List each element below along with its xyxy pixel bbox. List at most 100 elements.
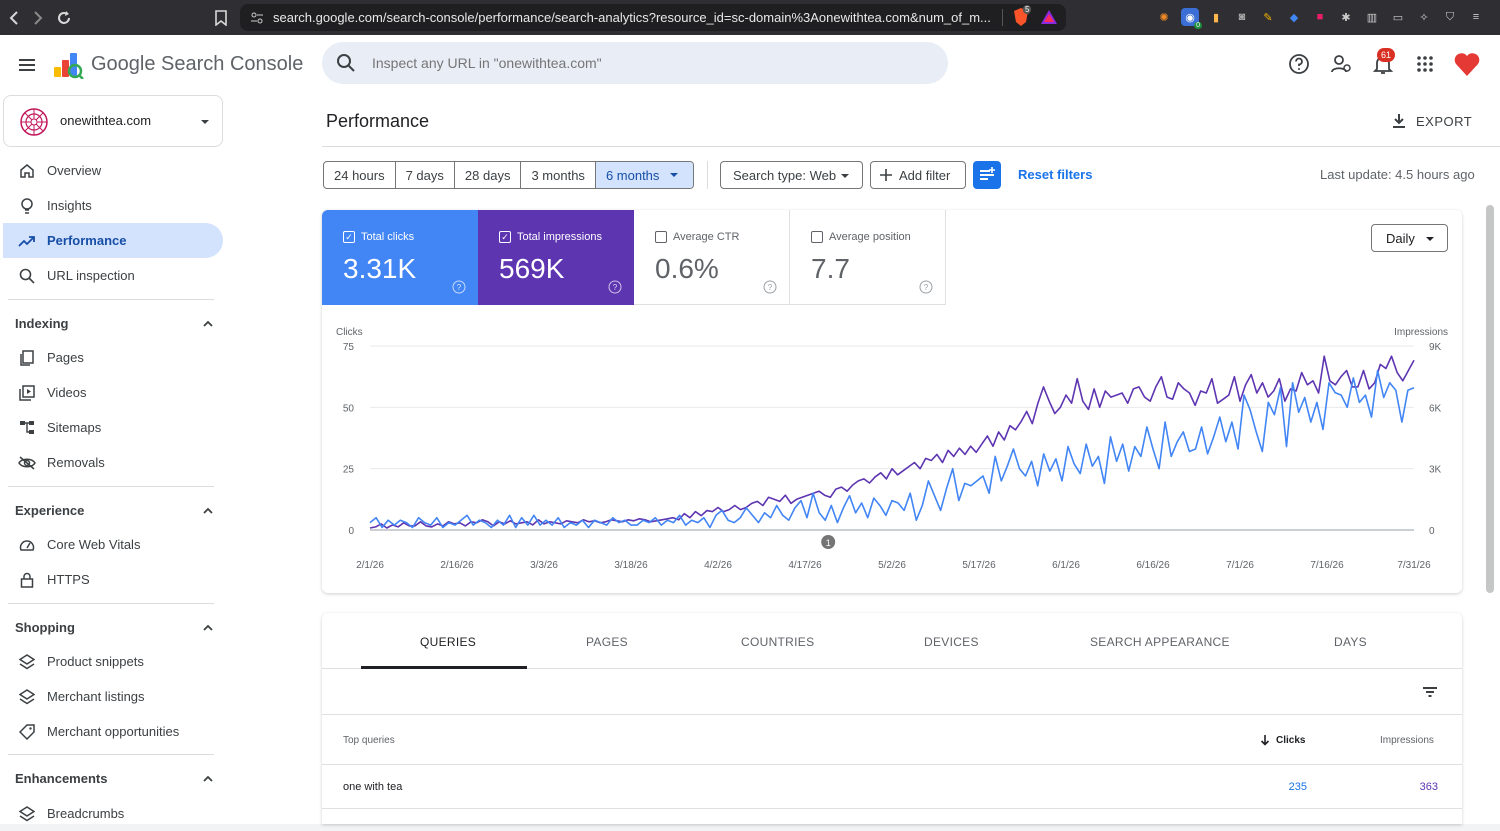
metric-average-position[interactable]: Average position 7.7 ? bbox=[790, 210, 946, 305]
tab-countries[interactable]: COUNTRIES bbox=[741, 635, 814, 649]
metric-label: Average CTR bbox=[673, 231, 740, 243]
brave-shield-icon[interactable]: 5 bbox=[1012, 5, 1032, 27]
reload-icon[interactable] bbox=[54, 8, 74, 28]
reset-filters-link[interactable]: Reset filters bbox=[1018, 167, 1092, 182]
page-scrollbar[interactable] bbox=[1486, 205, 1494, 593]
range-3-months[interactable]: 3 months bbox=[521, 162, 596, 188]
url-inspection-search[interactable] bbox=[322, 42, 948, 84]
sidebar-item-core-web-vitals[interactable]: Core Web Vitals bbox=[3, 527, 223, 562]
range-6-months[interactable]: 6 months bbox=[595, 162, 693, 188]
checkbox-empty-icon[interactable] bbox=[655, 231, 667, 243]
apps-grid-icon[interactable] bbox=[1412, 51, 1438, 77]
home-icon bbox=[17, 161, 37, 181]
sidebar-item-merchant-opportunities[interactable]: Merchant opportunities bbox=[3, 714, 223, 749]
metric-total-clicks[interactable]: ✓ Total clicks 3.31K ? bbox=[322, 210, 478, 305]
extension-camera-icon[interactable]: ◙ bbox=[1233, 8, 1251, 26]
sidebar-item-insights[interactable]: Insights bbox=[3, 188, 223, 223]
caret-down-icon bbox=[841, 174, 849, 178]
tab-days[interactable]: DAYS bbox=[1334, 635, 1367, 649]
filter-list-icon[interactable] bbox=[1420, 682, 1440, 702]
account-avatar[interactable] bbox=[1452, 49, 1482, 79]
back-icon[interactable] bbox=[4, 8, 24, 28]
extension-globe-icon[interactable]: ◉ 0 bbox=[1181, 8, 1202, 29]
column-header-impressions[interactable]: Impressions bbox=[1380, 735, 1434, 746]
svg-text:?: ? bbox=[768, 283, 773, 292]
sidebar-item-https[interactable]: HTTPS bbox=[3, 562, 223, 597]
sidebar-toggle-icon[interactable]: ▥ bbox=[1363, 8, 1381, 26]
chevron-up-icon[interactable] bbox=[201, 319, 215, 329]
extensions-bar: ✺ ◉ 0 ▮ ◙ ✎ ◆ ■ ✱ ▥ ▭ ✧ ⛉ ≡ bbox=[1155, 8, 1485, 29]
section-experience[interactable]: Experience bbox=[15, 503, 84, 518]
search-type-label: Search type: Web bbox=[733, 167, 837, 183]
tab-queries[interactable]: QUERIES bbox=[420, 635, 476, 649]
manage-users-icon[interactable] bbox=[1328, 51, 1354, 77]
sidebar-item-merchant-listings[interactable]: Merchant listings bbox=[3, 679, 223, 714]
sidebar-item-breadcrumbs[interactable]: Breadcrumbs bbox=[3, 796, 223, 831]
product-name[interactable]: Google Search Console bbox=[91, 53, 303, 76]
range-7-days[interactable]: 7 days bbox=[396, 162, 455, 188]
x-tick-label: 7/1/26 bbox=[1226, 560, 1254, 571]
sidebar-item-performance[interactable]: Performance bbox=[3, 223, 223, 258]
checkbox-checked-icon[interactable]: ✓ bbox=[499, 231, 511, 243]
sidebar-item-product-snippets[interactable]: Product snippets bbox=[3, 644, 223, 679]
property-selector[interactable]: onewithtea.com bbox=[3, 95, 223, 147]
x-tick-label: 5/17/26 bbox=[962, 560, 996, 571]
section-enhancements[interactable]: Enhancements bbox=[15, 771, 107, 786]
metric-average-ctr[interactable]: Average CTR 0.6% ? bbox=[634, 210, 790, 305]
forward-icon[interactable] bbox=[28, 8, 48, 28]
wallet-icon[interactable]: ▭ bbox=[1389, 8, 1407, 26]
range-24-hours[interactable]: 24 hours bbox=[324, 162, 396, 188]
metric-label: Total clicks bbox=[361, 231, 415, 243]
extension-diamond-icon[interactable]: ◆ bbox=[1285, 8, 1303, 26]
help-icon: ? bbox=[608, 280, 622, 294]
extensions-puzzle-icon[interactable]: ✱ bbox=[1337, 8, 1355, 26]
search-type-dropdown[interactable]: Search type: Web bbox=[720, 161, 863, 189]
chevron-up-icon[interactable] bbox=[201, 774, 215, 784]
section-shopping[interactable]: Shopping bbox=[15, 620, 75, 635]
bookmark-icon[interactable] bbox=[211, 8, 231, 28]
tab-devices[interactable]: DEVICES bbox=[924, 635, 979, 649]
main-menu-icon[interactable] bbox=[14, 52, 40, 78]
y-left-tick-label: 50 bbox=[343, 403, 355, 414]
table-row[interactable]: one with tea 235 363 bbox=[322, 765, 1462, 809]
compare-filter-icon[interactable] bbox=[973, 161, 1001, 189]
metric-total-impressions[interactable]: ✓ Total impressions 569K ? bbox=[478, 210, 634, 305]
checkbox-checked-icon[interactable]: ✓ bbox=[343, 231, 355, 243]
section-indexing[interactable]: Indexing bbox=[15, 316, 68, 331]
x-tick-label: 2/16/26 bbox=[440, 560, 474, 571]
range-28-days[interactable]: 28 days bbox=[455, 162, 522, 188]
tab-pages[interactable]: PAGES bbox=[586, 635, 628, 649]
extension-bottle-icon[interactable]: ▮ bbox=[1207, 8, 1225, 26]
sidebar-item-overview[interactable]: Overview bbox=[3, 153, 223, 188]
y-left-tick-label: 25 bbox=[343, 465, 355, 476]
sidebar-item-pages[interactable]: Pages bbox=[3, 340, 223, 375]
sidebar-item-removals[interactable]: Removals bbox=[3, 445, 223, 480]
search-input[interactable] bbox=[372, 42, 932, 84]
page-title: Performance bbox=[326, 111, 430, 131]
chevron-up-icon[interactable] bbox=[201, 506, 215, 516]
sidebar: onewithtea.com Overview Insights Perform… bbox=[0, 95, 232, 824]
address-bar[interactable]: search.google.com/search-console/perform… bbox=[240, 4, 1066, 31]
site-settings-icon[interactable] bbox=[250, 11, 264, 25]
leo-ai-icon[interactable]: ✧ bbox=[1415, 8, 1433, 26]
vpn-shield-icon[interactable]: ⛉ bbox=[1441, 8, 1459, 26]
tab-search-appearance[interactable]: SEARCH APPEARANCE bbox=[1090, 635, 1230, 649]
granularity-dropdown[interactable]: Daily bbox=[1371, 224, 1448, 252]
brave-rewards-icon[interactable] bbox=[1040, 9, 1058, 25]
caret-down-icon bbox=[1426, 237, 1434, 241]
sidebar-item-videos[interactable]: Videos bbox=[3, 375, 223, 410]
add-filter-button[interactable]: Add filter bbox=[870, 161, 966, 189]
column-header-clicks[interactable]: Clicks bbox=[1260, 734, 1305, 746]
chevron-up-icon[interactable] bbox=[201, 623, 215, 633]
trending-up-icon bbox=[17, 231, 37, 251]
x-tick-label: 5/2/26 bbox=[878, 560, 906, 571]
sidebar-item-url-inspection[interactable]: URL inspection bbox=[3, 258, 223, 293]
help-icon[interactable] bbox=[1286, 51, 1312, 77]
extension-pen-icon[interactable]: ✎ bbox=[1259, 8, 1277, 26]
extension-pocket-icon[interactable]: ■ bbox=[1311, 8, 1329, 26]
browser-menu-icon[interactable]: ≡ bbox=[1467, 8, 1485, 26]
sidebar-item-sitemaps[interactable]: Sitemaps bbox=[3, 410, 223, 445]
export-button[interactable]: EXPORT bbox=[1392, 108, 1472, 134]
extension-sun-icon[interactable]: ✺ bbox=[1155, 8, 1173, 26]
checkbox-empty-icon[interactable] bbox=[811, 231, 823, 243]
